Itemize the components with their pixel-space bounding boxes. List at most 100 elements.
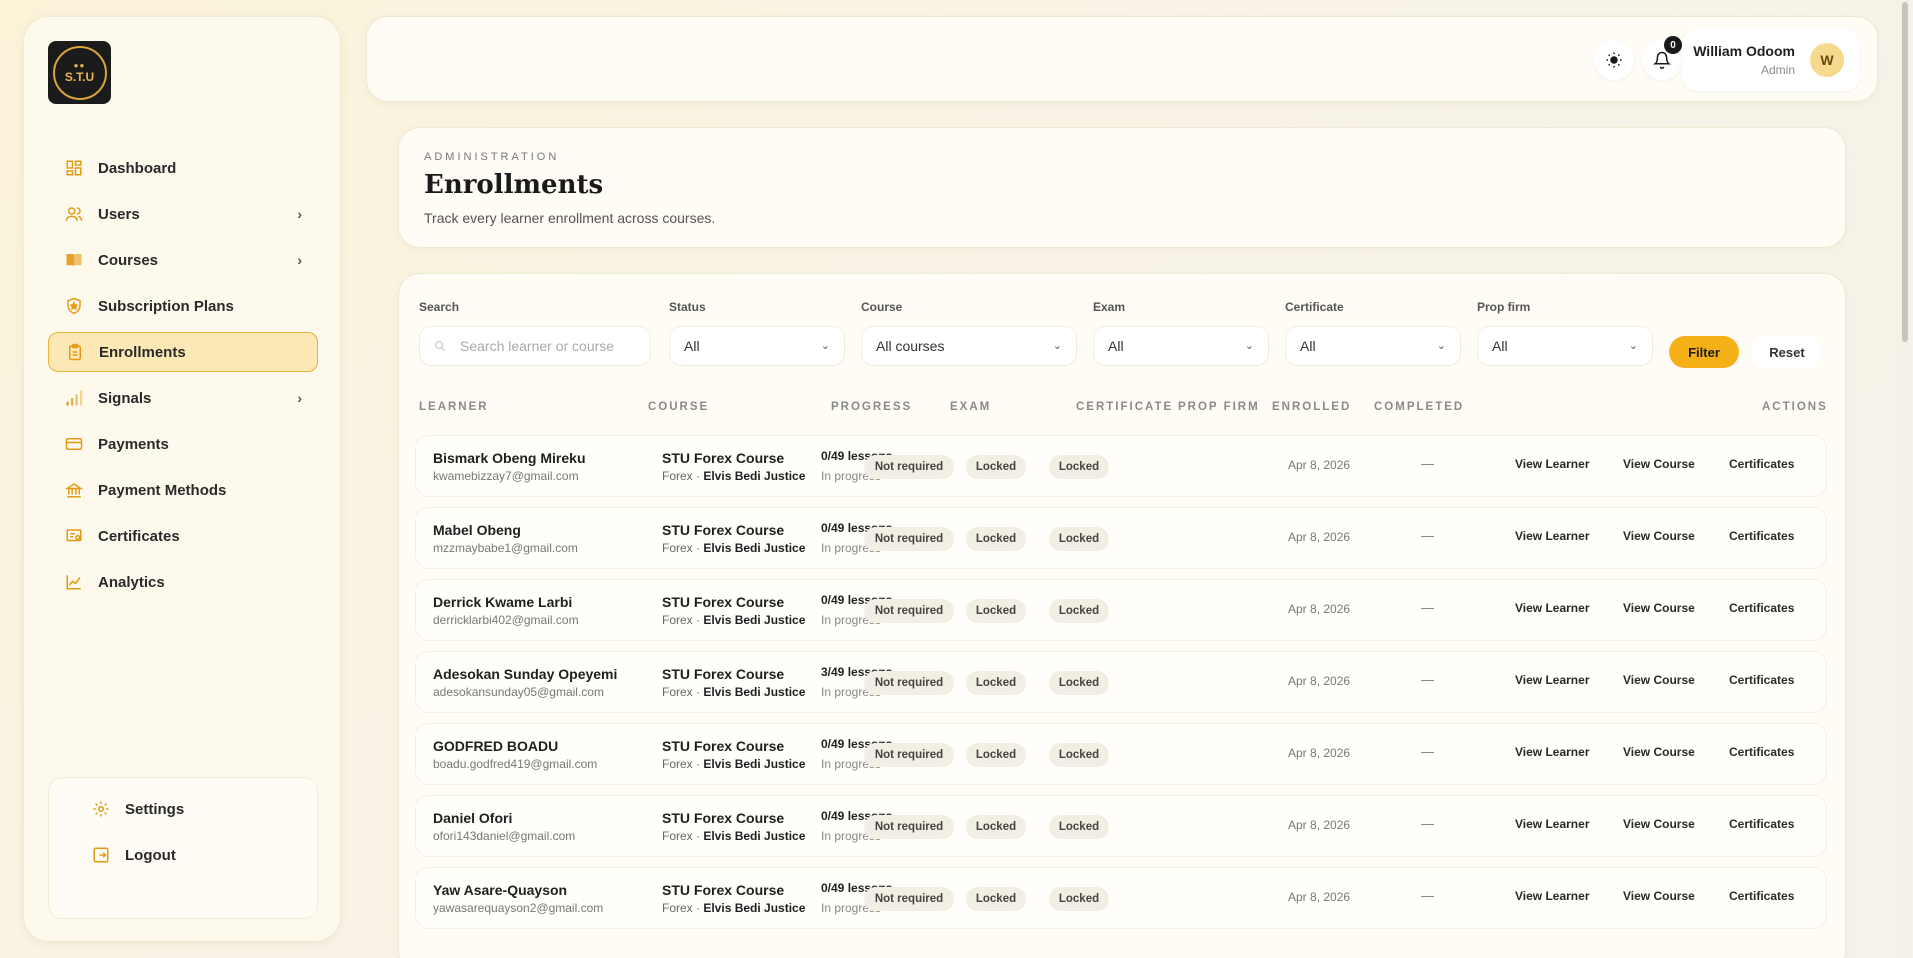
- course-select[interactable]: All courses ⌄: [861, 326, 1077, 366]
- exam-status-badge: Not required: [864, 671, 954, 695]
- view-course-link[interactable]: View Course: [1623, 457, 1695, 471]
- view-course-link[interactable]: View Course: [1623, 889, 1695, 903]
- course-meta: Forex · Elvis Bedi Justice: [662, 757, 805, 771]
- page-scrollbar[interactable]: [1901, 0, 1911, 958]
- logout-button[interactable]: Logout: [49, 832, 317, 878]
- scrollbar-thumb[interactable]: [1902, 2, 1908, 342]
- learner-email: boadu.godfred419@gmail.com: [433, 757, 598, 771]
- course-name: STU Forex Course: [662, 810, 785, 826]
- page-header: ADMINISTRATION Enrollments Track every l…: [398, 127, 1846, 248]
- view-learner-link[interactable]: View Learner: [1515, 817, 1589, 831]
- sidebar-item-analytics[interactable]: Analytics: [48, 562, 318, 602]
- sidebar-item-label: Analytics: [98, 573, 165, 591]
- settings-label: Settings: [125, 800, 185, 818]
- prop-firm-select[interactable]: All ⌄: [1477, 326, 1653, 366]
- sidebar-item-enrollments[interactable]: Enrollments: [48, 332, 318, 372]
- chevron-down-icon: ⌄: [820, 340, 830, 352]
- column-header-exam: EXAM: [950, 401, 992, 413]
- column-header-certificate: CERTIFICATE: [1076, 401, 1174, 413]
- course-name: STU Forex Course: [662, 522, 785, 538]
- sidebar-item-subscription-plans[interactable]: Subscription Plans: [48, 286, 318, 326]
- view-course-link[interactable]: View Course: [1623, 601, 1695, 615]
- learner-name: Mabel Obeng: [433, 522, 521, 538]
- status-select[interactable]: All ⌄: [669, 326, 845, 366]
- view-learner-link[interactable]: View Learner: [1515, 745, 1589, 759]
- reset-button[interactable]: Reset: [1751, 336, 1823, 368]
- learner-name: Bismark Obeng Mireku: [433, 450, 586, 466]
- completed-date: —: [1421, 816, 1434, 831]
- certificates-link[interactable]: Certificates: [1729, 745, 1794, 759]
- chevron-down-icon: ⌄: [1244, 340, 1254, 352]
- sidebar-item-dashboard[interactable]: Dashboard: [48, 148, 318, 188]
- course-category: Forex ·: [662, 757, 704, 771]
- certificates-link[interactable]: Certificates: [1729, 817, 1794, 831]
- course-name: STU Forex Course: [662, 666, 785, 682]
- view-learner-link[interactable]: View Learner: [1515, 601, 1589, 615]
- chevron-right-icon: ›: [297, 390, 302, 406]
- sidebar-item-signals[interactable]: Signals ›: [48, 378, 318, 418]
- filter-button[interactable]: Filter: [1669, 336, 1739, 368]
- exam-status-badge: Not required: [864, 815, 954, 839]
- course-instructor: Elvis Bedi Justice: [703, 541, 806, 555]
- course-meta: Forex · Elvis Bedi Justice: [662, 901, 805, 915]
- grid-icon: [64, 158, 84, 178]
- view-learner-link[interactable]: View Learner: [1515, 889, 1589, 903]
- certificates-link[interactable]: Certificates: [1729, 601, 1794, 615]
- certificates-link[interactable]: Certificates: [1729, 457, 1794, 471]
- prop-firm-status-badge: Locked: [1049, 887, 1109, 911]
- view-course-link[interactable]: View Course: [1623, 673, 1695, 687]
- certificate-select[interactable]: All ⌄: [1285, 326, 1461, 366]
- course-name: STU Forex Course: [662, 594, 785, 610]
- table-row: Daniel Ofori ofori143daniel@gmail.com STU …: [415, 795, 1827, 857]
- exam-status-badge: Not required: [864, 599, 954, 623]
- sidebar-item-payments[interactable]: Payments: [48, 424, 318, 464]
- table-row: Yaw Asare-Quayson yawasarequayson2@gmail.…: [415, 867, 1827, 929]
- table-row: Derrick Kwame Larbi derricklarbi402@gmail…: [415, 579, 1827, 641]
- page-subtitle: Track every learner enrollment across co…: [424, 210, 716, 226]
- certificate-status-badge: Locked: [966, 671, 1026, 695]
- sidebar-item-users[interactable]: Users ›: [48, 194, 318, 234]
- column-header-enrolled: ENROLLED: [1272, 401, 1352, 413]
- view-learner-link[interactable]: View Learner: [1515, 673, 1589, 687]
- notification-count-badge: 0: [1664, 36, 1682, 54]
- bell-icon: [1653, 51, 1671, 69]
- certificates-link[interactable]: Certificates: [1729, 673, 1794, 687]
- prop-firm-status-badge: Locked: [1049, 527, 1109, 551]
- settings-button[interactable]: Settings: [49, 786, 317, 832]
- learner-email: ofori143daniel@gmail.com: [433, 829, 576, 843]
- gear-icon: [91, 799, 111, 819]
- enrolled-date: Apr 8, 2026: [1288, 746, 1351, 760]
- prop-firm-value: All: [1492, 338, 1508, 354]
- exam-status-badge: Not required: [864, 527, 954, 551]
- exam-select[interactable]: All ⌄: [1093, 326, 1269, 366]
- view-learner-link[interactable]: View Learner: [1515, 529, 1589, 543]
- certificate-status-badge: Locked: [966, 527, 1026, 551]
- view-course-link[interactable]: View Course: [1623, 817, 1695, 831]
- sidebar-item-payment-methods[interactable]: Payment Methods: [48, 470, 318, 510]
- sidebar-item-certificates[interactable]: Certificates: [48, 516, 318, 556]
- avatar: W: [1810, 43, 1844, 77]
- brand-logo[interactable]: ●● S.T.U: [48, 41, 111, 104]
- user-role: Admin: [1760, 63, 1795, 77]
- sidebar-item-courses[interactable]: Courses ›: [48, 240, 318, 280]
- course-meta: Forex · Elvis Bedi Justice: [662, 613, 805, 627]
- search-input[interactable]: Search learner or course: [419, 326, 651, 366]
- course-meta: Forex · Elvis Bedi Justice: [662, 541, 805, 555]
- learner-email: kwamebizzay7@gmail.com: [433, 469, 579, 483]
- sidebar-item-label: Dashboard: [98, 159, 177, 177]
- certificates-link[interactable]: Certificates: [1729, 529, 1794, 543]
- view-course-link[interactable]: View Course: [1623, 745, 1695, 759]
- column-header-course: COURSE: [648, 401, 710, 413]
- course-instructor: Elvis Bedi Justice: [703, 901, 806, 915]
- user-menu[interactable]: William Odoom Admin W: [1682, 29, 1860, 91]
- sidebar-item-label: Payments: [98, 435, 169, 453]
- theme-toggle-button[interactable]: [1594, 40, 1634, 80]
- course-name: STU Forex Course: [662, 882, 785, 898]
- course-category: Forex ·: [662, 685, 704, 699]
- course-category: Forex ·: [662, 541, 704, 555]
- view-learner-link[interactable]: View Learner: [1515, 457, 1589, 471]
- notifications-button[interactable]: 0: [1642, 36, 1682, 80]
- view-course-link[interactable]: View Course: [1623, 529, 1695, 543]
- certificates-link[interactable]: Certificates: [1729, 889, 1794, 903]
- enrollments-table-body: Bismark Obeng Mireku kwamebizzay7@gmail.c…: [415, 435, 1827, 939]
